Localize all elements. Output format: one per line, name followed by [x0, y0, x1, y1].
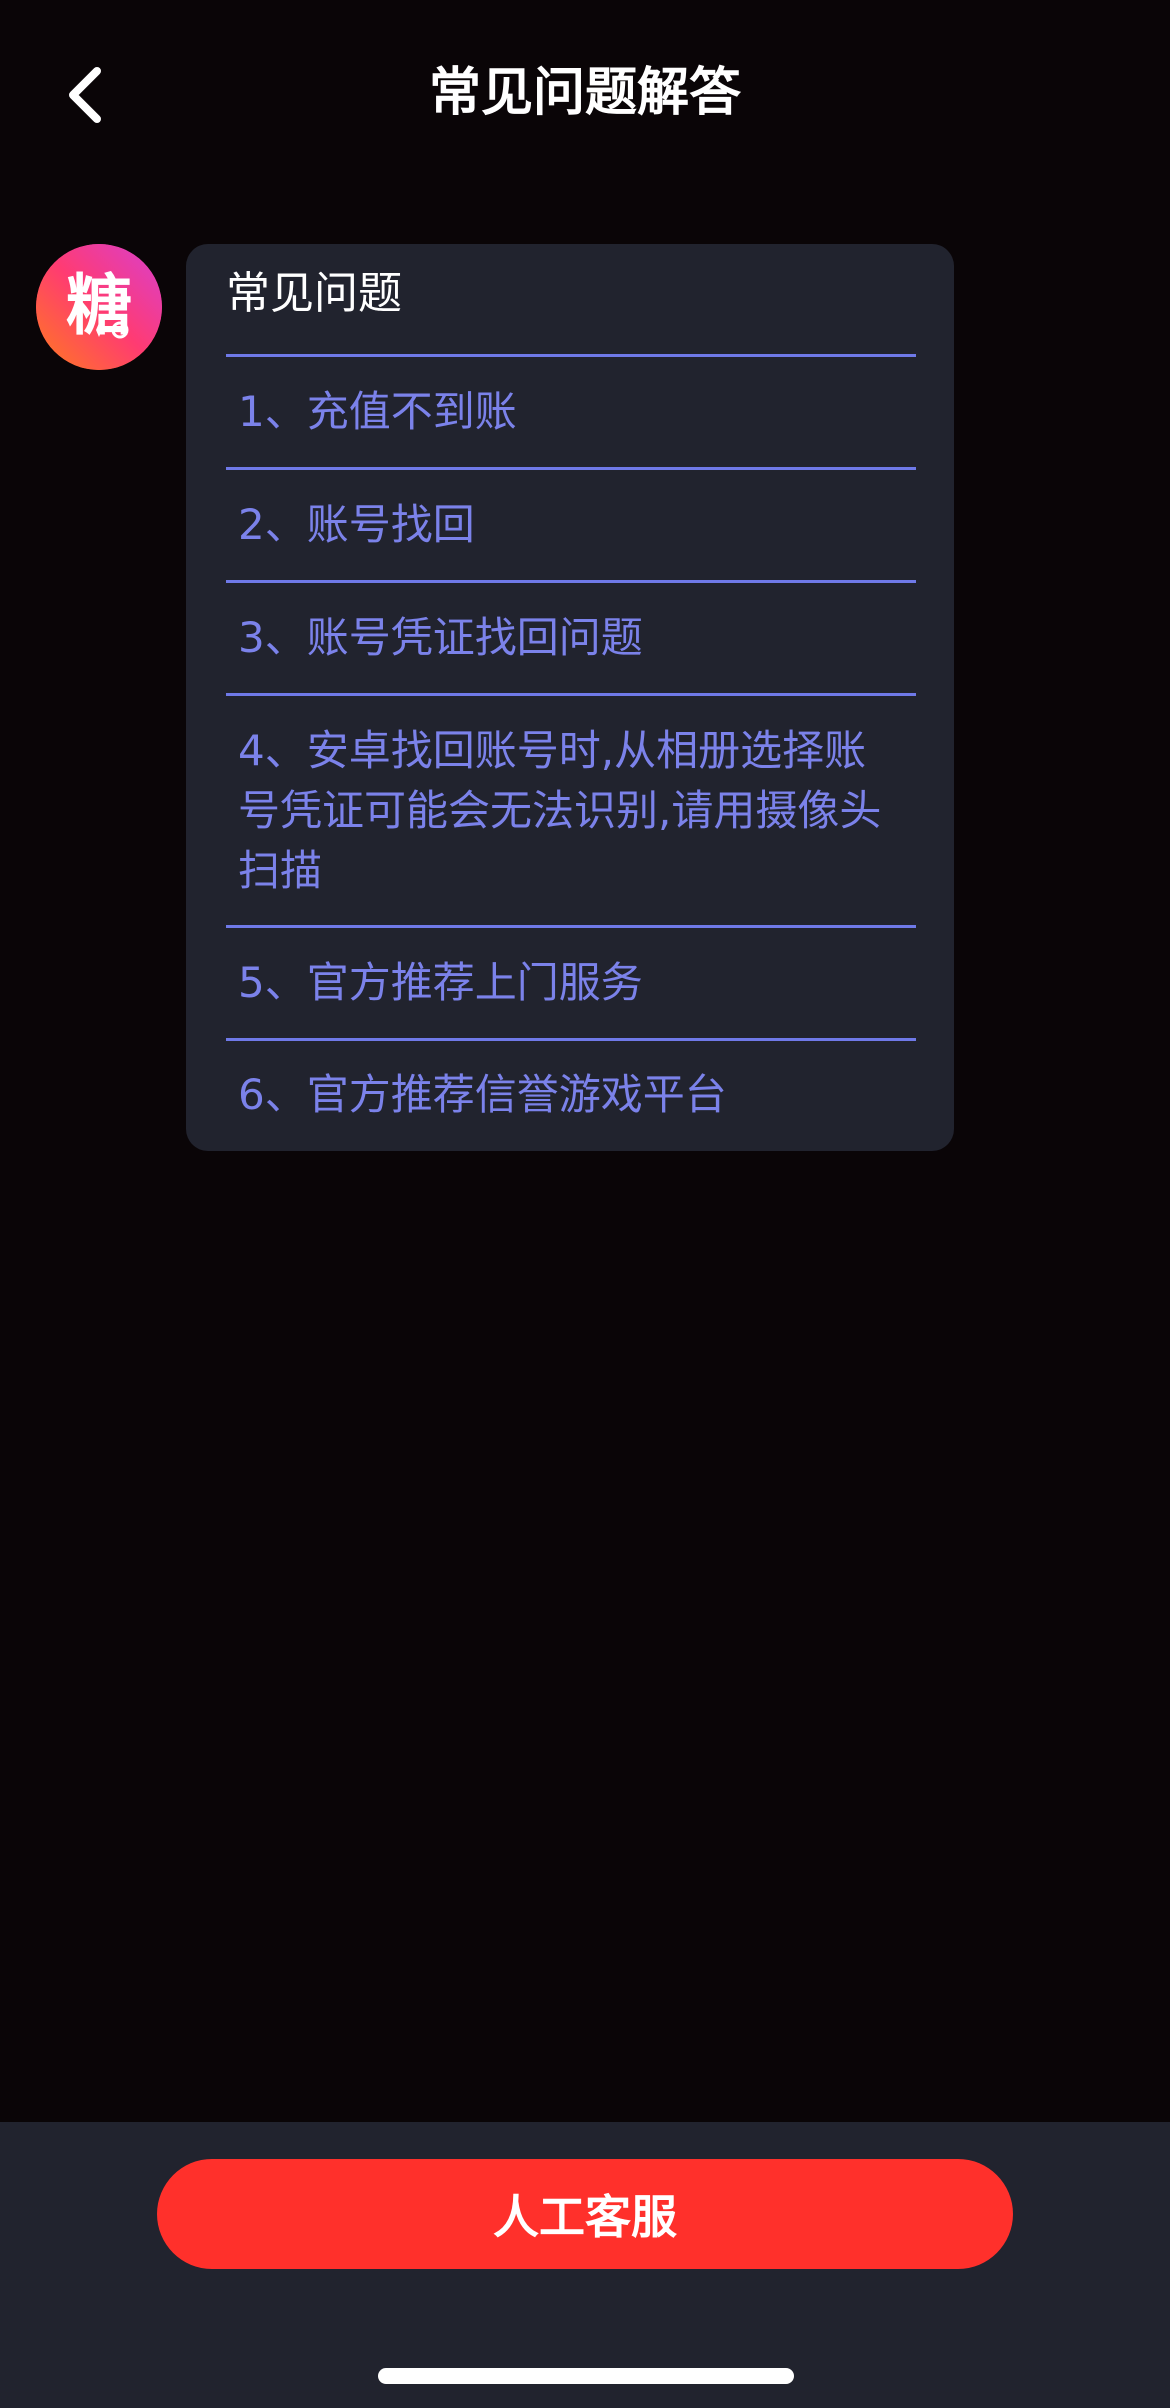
faq-item-game-platform[interactable]: 6、官方推荐信誉游戏平台: [226, 1038, 916, 1148]
customer-service-button[interactable]: 人工客服: [157, 2159, 1013, 2269]
faq-item-onsite-service[interactable]: 5、官方推荐上门服务: [226, 925, 916, 1038]
faq-card: 常见问题 1、充值不到账 2、账号找回 3、账号凭证找回问题 4、安卓找回账号时…: [186, 244, 954, 1151]
page-title: 常见问题解答: [428, 63, 741, 123]
faq-item-android-scan[interactable]: 4、安卓找回账号时,从相册选择账号凭证可能会无法识别,请用摄像头扫描: [226, 693, 916, 925]
avatar[interactable]: 糖: [36, 244, 162, 370]
header: 常见问题解答: [0, 0, 1170, 190]
home-indicator[interactable]: [378, 2368, 794, 2384]
brand-logo-icon: 糖: [36, 244, 162, 370]
faq-list: 1、充值不到账 2、账号找回 3、账号凭证找回问题 4、安卓找回账号时,从相册选…: [226, 354, 916, 1148]
faq-title: 常见问题: [226, 268, 402, 319]
faq-item-account-recovery[interactable]: 2、账号找回: [226, 467, 916, 580]
faq-item-credential-recovery[interactable]: 3、账号凭证找回问题: [226, 580, 916, 693]
faq-item-recharge[interactable]: 1、充值不到账: [226, 354, 916, 467]
bottom-bar: 人工客服: [0, 2122, 1170, 2408]
